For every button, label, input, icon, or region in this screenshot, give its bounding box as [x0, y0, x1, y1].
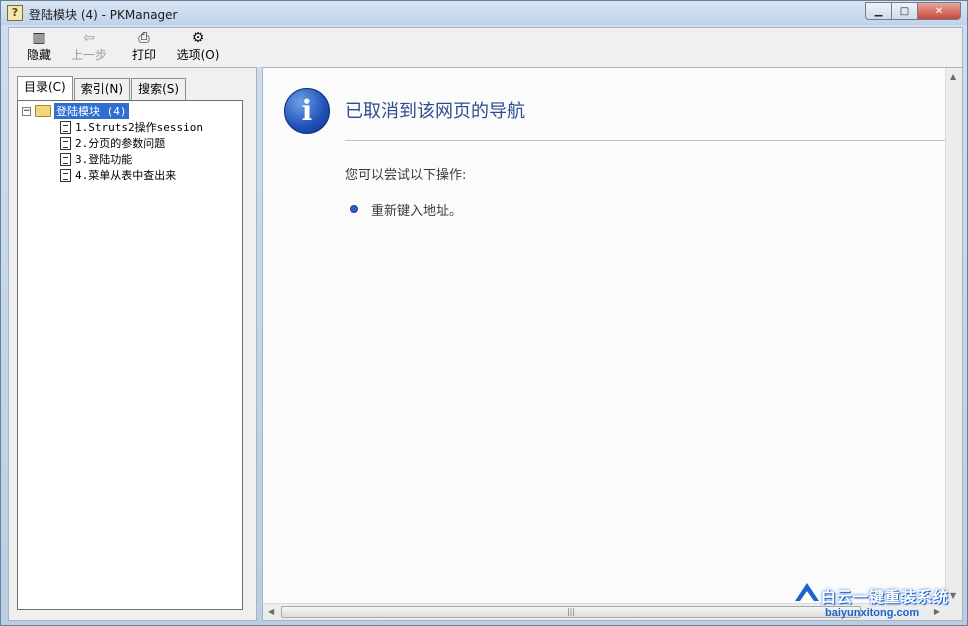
tree-root[interactable]: − 登陆模块 (4): [22, 103, 129, 119]
tab-search[interactable]: 搜索(S): [131, 78, 187, 100]
back-arrow-icon: ⇦: [83, 30, 95, 46]
maximize-button[interactable]: □: [891, 2, 917, 20]
hide-button[interactable]: ▥ 隐藏: [14, 30, 64, 66]
scroll-down-icon[interactable]: ▼: [950, 591, 956, 600]
printer-icon: ⎙: [138, 30, 150, 46]
window-title: 登陆模块 (4) - PKManager: [29, 8, 178, 22]
hide-icon: ▥: [32, 30, 46, 46]
scroll-up-icon[interactable]: ▲: [950, 72, 956, 81]
contents-tree[interactable]: − 登陆模块 (4) 1.Struts2操作session 2.分页的参数问题 …: [17, 100, 243, 610]
page-icon: [60, 136, 71, 150]
content-view: i 已取消到该网页的导航 您可以尝试以下操作: 重新键入地址。: [263, 68, 945, 604]
minimize-icon: ▁: [874, 5, 883, 17]
content-pane: i 已取消到该网页的导航 您可以尝试以下操作: 重新键入地址。 ▲ ▼ ◀ ||…: [262, 67, 963, 621]
maximize-icon: □: [899, 5, 910, 17]
tree-root-label[interactable]: 登陆模块 (4): [54, 103, 129, 119]
tree-item-label[interactable]: 4.菜单从表中查出来: [75, 167, 176, 183]
options-button-label: 选项(O): [176, 48, 220, 62]
tree-item[interactable]: 1.Struts2操作session: [60, 119, 203, 135]
hide-button-label: 隐藏: [26, 48, 51, 62]
tree-item[interactable]: 4.菜单从表中查出来: [60, 167, 176, 183]
watermark-text: 白云一键重装系统: [821, 588, 950, 606]
suggestion-text: 您可以尝试以下操作:: [345, 168, 467, 183]
page-icon: [60, 168, 71, 182]
horizontal-scroll-thumb[interactable]: |||: [281, 606, 861, 618]
tab-index[interactable]: 索引(N): [73, 78, 131, 100]
info-icon: i: [284, 88, 330, 134]
navigation-canceled-title: 已取消到该网页的导航: [345, 101, 525, 122]
tab-contents[interactable]: 目录(C): [17, 76, 73, 100]
open-folder-icon: [35, 105, 51, 117]
vertical-scrollbar[interactable]: ▲ ▼: [945, 68, 962, 604]
watermark-url: baiyunxitong.com: [825, 607, 920, 619]
bullet-icon: [350, 205, 358, 213]
page-icon: [60, 152, 71, 166]
scroll-right-icon[interactable]: ▶: [934, 607, 940, 616]
print-button[interactable]: ⎙ 打印: [119, 30, 169, 66]
divider: [345, 140, 945, 141]
tree-item-label[interactable]: 2.分页的参数问题: [75, 135, 165, 151]
back-button-label: 上一步: [70, 48, 107, 62]
retype-address-suggestion: 重新键入地址。: [371, 204, 463, 219]
window-controls: ▁ □ ✕: [865, 2, 961, 20]
back-button[interactable]: ⇦ 上一步: [64, 30, 114, 66]
help-file-icon: ?: [7, 5, 23, 21]
close-icon: ✕: [934, 5, 944, 17]
collapse-icon[interactable]: −: [22, 106, 31, 116]
tree-item-label[interactable]: 1.Struts2操作session: [75, 119, 203, 135]
title-bar[interactable]: ? 登陆模块 (4) - PKManager ▁ □ ✕: [1, 1, 967, 25]
nav-tabs: 目录(C) 索引(N) 搜索(S): [17, 76, 187, 100]
close-button[interactable]: ✕: [917, 2, 961, 20]
tree-item[interactable]: 3.登陆功能: [60, 151, 132, 167]
tree-item[interactable]: 2.分页的参数问题: [60, 135, 165, 151]
options-icon: ⚙: [191, 30, 205, 46]
navigation-pane: 目录(C) 索引(N) 搜索(S) − 登陆模块 (4) 1.Struts2操作…: [8, 67, 257, 621]
minimize-button[interactable]: ▁: [865, 2, 891, 20]
toolbar: ▥ 隐藏 ⇦ 上一步 ⎙ 打印 ⚙ 选项(O): [8, 27, 963, 67]
watermark-logo-icon: [795, 583, 819, 601]
tree-item-label[interactable]: 3.登陆功能: [75, 151, 132, 167]
page-icon: [60, 120, 71, 134]
options-button[interactable]: ⚙ 选项(O): [173, 30, 223, 66]
app-window: ? 登陆模块 (4) - PKManager ▁ □ ✕ ▥ 隐藏 ⇦ 上一步 …: [0, 0, 968, 626]
scroll-left-icon[interactable]: ◀: [268, 607, 274, 616]
print-button-label: 打印: [131, 48, 156, 62]
